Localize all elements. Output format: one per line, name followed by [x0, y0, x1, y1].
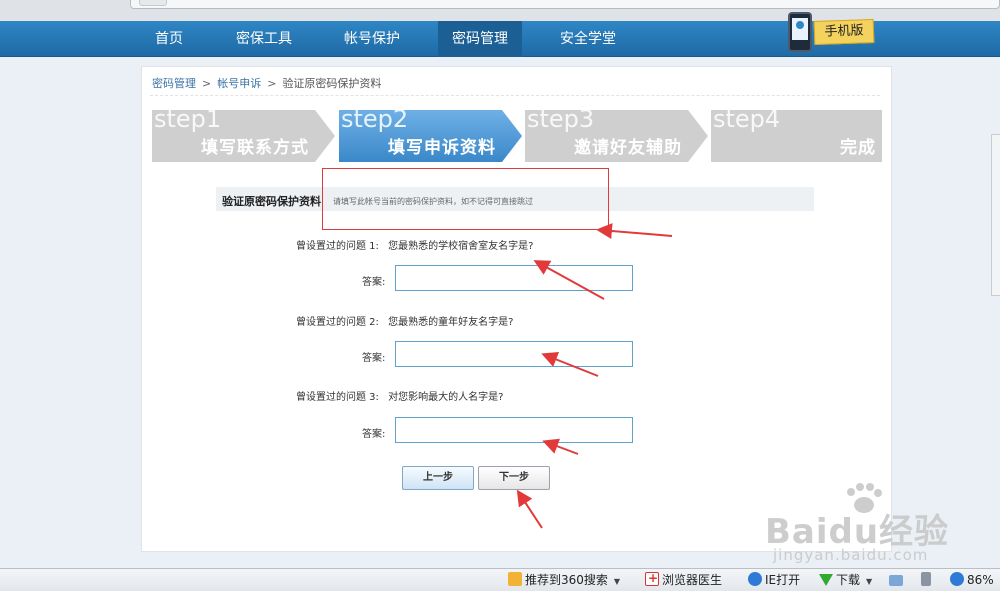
chevron-down-icon: ▼	[866, 577, 873, 586]
breadcrumb-separator: >	[267, 77, 277, 90]
nav-item-home[interactable]: 首页	[140, 21, 198, 57]
nav-item-security-tools[interactable]: 密保工具	[222, 21, 306, 57]
window-icon	[889, 575, 903, 586]
zoom-icon	[950, 572, 964, 586]
recommend-label: 推荐到360搜索	[525, 573, 608, 587]
browser-tab[interactable]	[139, 0, 167, 6]
question-1-text: 您最熟悉的学校宿舍室友名字是?	[388, 241, 534, 252]
phone-icon	[788, 12, 812, 52]
ie-open-label: IE打开	[765, 573, 801, 587]
answer-1-label: 答案:	[362, 277, 386, 288]
download[interactable]: 下载 ▼	[819, 572, 872, 589]
step-1: step1 填写联系方式	[152, 110, 335, 162]
question-3-prefix: 曾设置过的问题 3:	[296, 392, 379, 403]
recommend-360-search[interactable]: 推荐到360搜索 ▼	[508, 572, 620, 589]
step-4: step4 完成	[711, 110, 882, 162]
step-3: step3 邀请好友辅助	[525, 110, 708, 162]
chevron-down-icon: ▼	[613, 577, 621, 586]
medical-kit-icon	[645, 570, 659, 587]
ie-icon	[748, 572, 762, 586]
zoom-level: 86%	[967, 573, 994, 587]
ie-open[interactable]: IE打开	[748, 572, 800, 589]
answer-1-input[interactable]	[395, 265, 633, 291]
thumbs-up-icon	[508, 572, 522, 586]
baidu-watermark: Baidu经验 jingyan.baidu.com	[765, 482, 985, 564]
nav-item-security-school[interactable]: 安全学堂	[546, 21, 630, 57]
step-label: 完成	[840, 138, 876, 158]
step-progress: step1 填写联系方式 step2 填写申诉资料 step3 邀请好友辅助 s…	[152, 110, 882, 162]
zoom-control[interactable]: 86%	[950, 572, 994, 589]
question-3-text: 对您影响最大的人名字是?	[388, 392, 504, 403]
answer-3-input[interactable]	[395, 417, 633, 443]
question-1-label: 曾设置过的问题 1: 您最熟悉的学校宿舍室友名字是?	[296, 237, 533, 252]
question-1-prefix: 曾设置过的问题 1:	[296, 241, 379, 252]
breadcrumb-item-password-management[interactable]: 密码管理	[152, 77, 196, 90]
next-step-button[interactable]: 下一步	[478, 466, 550, 490]
annotation-highlight-box	[322, 168, 609, 230]
breadcrumb: 密码管理 > 帐号申诉 > 验证原密码保护资料	[152, 75, 381, 91]
step-number: step4	[713, 110, 781, 133]
answer-3-label: 答案:	[362, 429, 386, 440]
download-label: 下载	[836, 573, 861, 587]
browser-status-bar: 推荐到360搜索 ▼ 浏览器医生 IE打开 下载 ▼ 86%	[0, 568, 1000, 591]
question-3-label: 曾设置过的问题 3: 对您影响最大的人名字是?	[296, 388, 503, 403]
doctor-label: 浏览器医生	[662, 573, 723, 587]
download-icon	[819, 574, 833, 586]
question-2-prefix: 曾设置过的问题 2:	[296, 317, 379, 328]
step-number: step2	[341, 110, 409, 133]
step-number: step3	[527, 110, 595, 133]
step-label: 填写申诉资料	[388, 138, 496, 158]
section-title: 验证原密码保护资料	[222, 195, 321, 208]
nav-item-password-management[interactable]: 密码管理	[438, 21, 522, 57]
nav-item-account-protection[interactable]: 帐号保护	[330, 21, 414, 57]
question-2-label: 曾设置过的问题 2: 您最熟悉的童年好友名字是?	[296, 313, 513, 328]
browser-tab-strip	[130, 0, 1000, 9]
breadcrumb-separator: >	[202, 77, 212, 90]
breadcrumb-item-account-appeal[interactable]: 帐号申诉	[217, 77, 261, 90]
scrollbar[interactable]	[991, 134, 1000, 296]
answer-2-input[interactable]	[395, 341, 633, 367]
step-2: step2 填写申诉资料	[339, 110, 522, 162]
answer-2-label: 答案:	[362, 353, 386, 364]
step-label: 填写联系方式	[201, 138, 309, 158]
divider	[150, 95, 880, 96]
watermark-url: jingyan.baidu.com	[773, 546, 929, 564]
window-button[interactable]	[889, 572, 906, 589]
breadcrumb-current: 验证原密码保护资料	[282, 77, 382, 90]
mobile-version-link[interactable]: 手机版	[778, 12, 880, 52]
prev-step-button[interactable]: 上一步	[402, 466, 474, 490]
speaker-icon	[921, 572, 931, 586]
browser-doctor[interactable]: 浏览器医生	[645, 570, 723, 589]
question-2-text: 您最熟悉的童年好友名字是?	[388, 317, 514, 328]
step-number: step1	[154, 110, 222, 133]
mobile-version-label: 手机版	[813, 18, 875, 46]
step-label: 邀请好友辅助	[574, 138, 682, 158]
sound-button[interactable]	[921, 572, 934, 589]
